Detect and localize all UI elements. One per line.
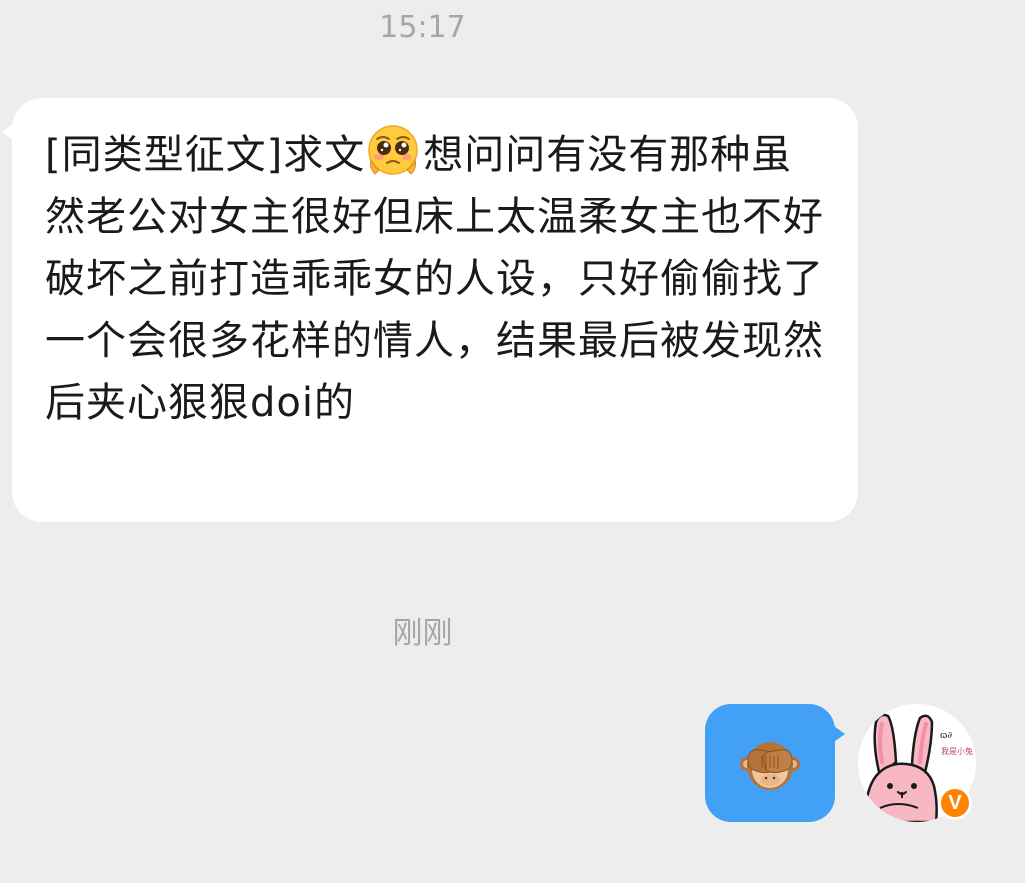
message-prefix: [同类型征文]求文 <box>45 132 366 178</box>
avatar[interactable]: ɷ∂ 我是小兔 V <box>858 704 976 822</box>
see-no-evil-monkey-icon <box>740 742 800 790</box>
message-timestamp: 15:17 <box>379 10 466 45</box>
bubble-tail <box>831 724 845 744</box>
incoming-message-bubble[interactable]: [同类型征文]求文 想问问有没有那种虽然老公对女主很好但床上太温柔女主也不好破坏… <box>2 98 858 522</box>
avatar-caption: 我是小兔 <box>941 747 973 756</box>
outgoing-message-bubble[interactable] <box>705 704 845 822</box>
bubble-tail <box>2 122 16 142</box>
pleading-face-icon <box>368 125 418 175</box>
verified-badge-icon: V <box>938 786 972 820</box>
svg-text:ɷ∂: ɷ∂ <box>940 731 952 741</box>
message-timestamp: 刚刚 <box>392 616 453 651</box>
incoming-message-text: [同类型征文]求文 想问问有没有那种虽然老公对女主很好但床上太温柔女主也不好破坏… <box>45 124 825 434</box>
